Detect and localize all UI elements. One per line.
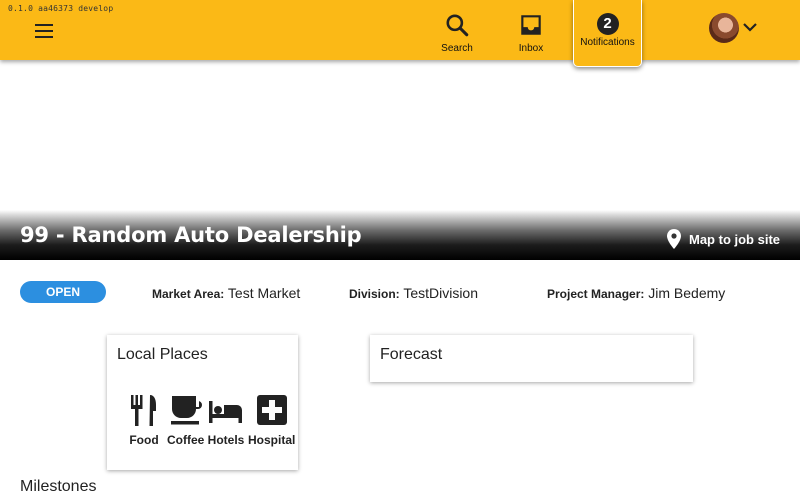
place-coffee-label: Coffee — [167, 433, 205, 447]
place-food-label: Food — [129, 433, 159, 447]
notifications-count-badge: 2 — [596, 13, 619, 35]
place-hotels-label: Hotels — [207, 433, 245, 447]
coffee-icon — [170, 396, 202, 425]
notifications-button[interactable]: 2 Notifications — [573, 0, 642, 67]
division-label: Division: — [349, 287, 400, 301]
map-to-job-site-link[interactable]: Map to job site — [667, 229, 780, 249]
section-heading: Milestones — [20, 478, 97, 495]
forecast-title: Forecast — [380, 346, 443, 363]
map-pin-icon — [667, 229, 681, 249]
search-label: Search — [441, 43, 473, 54]
project-manager-field: Project Manager: Jim Bedemy — [547, 285, 725, 301]
place-hospital[interactable]: Hospital — [248, 393, 295, 447]
map-link-label: Map to job site — [689, 231, 780, 247]
inbox-icon — [521, 15, 541, 35]
hotel-icon — [209, 401, 242, 423]
user-avatar[interactable] — [709, 13, 739, 43]
search-icon — [446, 14, 469, 37]
market-area-field: Market Area: Test Market — [152, 285, 300, 301]
notifications-label: Notifications — [580, 37, 635, 48]
division-value: TestDivision — [403, 285, 479, 301]
status-badge[interactable]: OPEN — [20, 281, 106, 303]
place-hotels[interactable]: Hotels — [207, 393, 245, 447]
inbox-label: Inbox — [518, 43, 544, 54]
division-field: Division: TestDivision — [349, 285, 478, 301]
hospital-icon — [256, 395, 287, 425]
version-label: 0.1.0 aa46373 develop — [8, 4, 114, 13]
project-manager-value: Jim Bedemy — [648, 285, 726, 301]
project-manager-label: Project Manager: — [547, 287, 645, 301]
food-icon — [131, 395, 156, 426]
local-places-card: Local Places Food Coffee Hotels Hospital — [107, 335, 298, 470]
local-places-title: Local Places — [117, 346, 208, 363]
place-hospital-label: Hospital — [248, 433, 296, 447]
inbox-button[interactable]: Inbox — [510, 0, 552, 60]
menu-icon — [35, 24, 53, 26]
page-title: 99 - Random Auto Dealership — [20, 223, 362, 247]
search-button[interactable]: Search — [436, 0, 478, 60]
place-food[interactable]: Food — [128, 393, 160, 447]
place-coffee[interactable]: Coffee — [167, 393, 204, 447]
market-area-value: Test Market — [227, 285, 301, 301]
menu-button[interactable] — [35, 24, 53, 38]
job-banner: 99 - Random Auto Dealership Map to job s… — [0, 210, 800, 260]
chevron-down-icon[interactable] — [742, 22, 758, 34]
forecast-card: Forecast — [370, 335, 693, 382]
market-area-label: Market Area: — [152, 287, 225, 301]
app-bar: 0.1.0 aa46373 develop Search Inbox 2 Not… — [0, 0, 800, 67]
